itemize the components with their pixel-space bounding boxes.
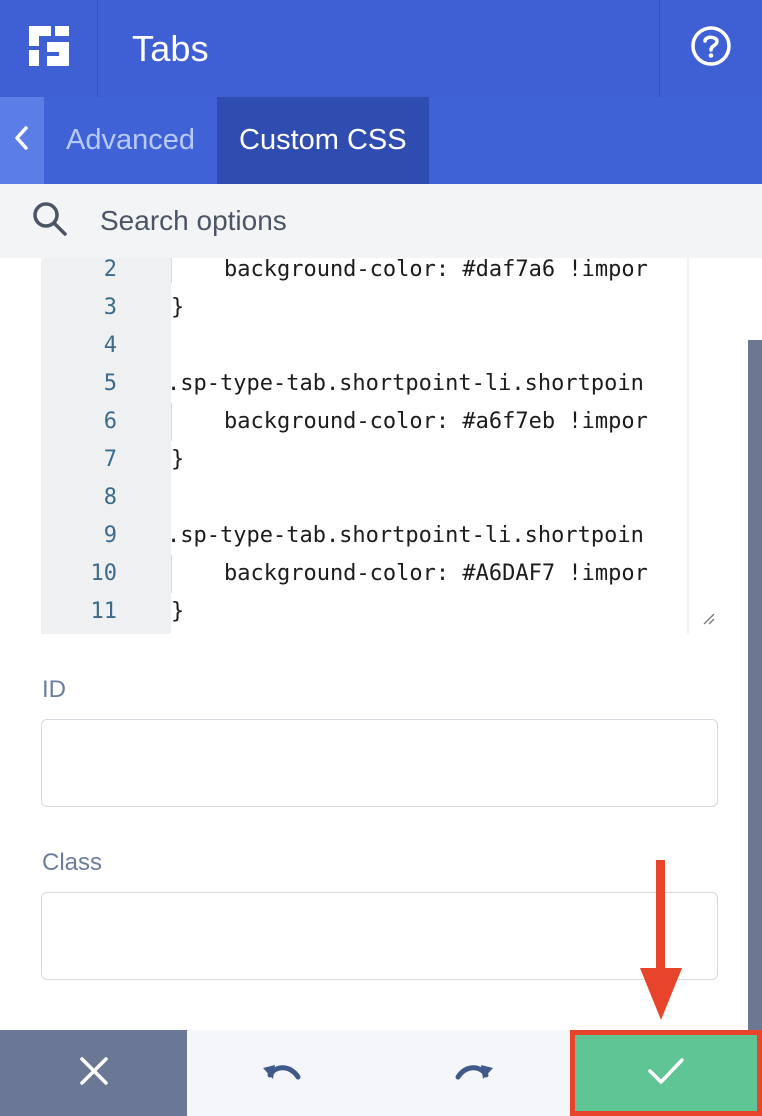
- css-code-editor[interactable]: 2 3 4 5 6 7 8 9 10 11 background-color: …: [41, 258, 719, 634]
- class-label: Class: [42, 849, 103, 876]
- redo-icon: [452, 1059, 496, 1088]
- code-line: }: [171, 447, 185, 472]
- line-number: 5: [103, 371, 117, 396]
- back-button[interactable]: [0, 97, 44, 184]
- chevron-left-icon: [13, 125, 31, 156]
- check-icon: [646, 1056, 686, 1091]
- code-line: .sp-type-tab.shortpoint-li.shortpoin: [171, 523, 644, 548]
- code-line: background-color: #a6f7eb !impor: [171, 409, 648, 434]
- scrollbar-thumb[interactable]: [748, 340, 762, 1030]
- line-number: 4: [103, 333, 117, 358]
- id-label: ID: [42, 676, 66, 703]
- tab-custom-css[interactable]: Custom CSS: [217, 97, 429, 184]
- redo-button[interactable]: [377, 1030, 570, 1116]
- save-button[interactable]: [570, 1030, 762, 1116]
- annotation-arrow: [638, 860, 684, 1030]
- code-line: .sp-type-tab.shortpoint-li.shortpoin: [171, 371, 644, 396]
- panel-title: Tabs: [132, 27, 209, 69]
- help-circle-icon: [690, 25, 732, 72]
- action-footer: [0, 1030, 762, 1116]
- class-field[interactable]: [41, 892, 718, 980]
- undo-button[interactable]: [187, 1030, 377, 1116]
- help-button[interactable]: [659, 0, 762, 97]
- close-icon: [79, 1056, 109, 1091]
- search-input[interactable]: [100, 205, 700, 237]
- tab-bar: Advanced Custom CSS: [0, 97, 762, 184]
- line-number: 9: [103, 523, 117, 548]
- code-line: background-color: #A6DAF7 !impor: [171, 561, 648, 586]
- code-line: }: [171, 295, 185, 320]
- code-line: }: [171, 599, 185, 624]
- undo-icon: [260, 1059, 304, 1088]
- line-number: 11: [90, 599, 118, 624]
- code-line: background-color: #daf7a6 !impor: [171, 258, 648, 282]
- line-number: 3: [103, 295, 117, 320]
- panel-header: Tabs: [0, 0, 762, 97]
- line-number: 7: [103, 447, 117, 472]
- code-text-area[interactable]: background-color: #daf7a6 !impor } .sp-t…: [171, 258, 687, 634]
- id-field[interactable]: [41, 719, 718, 807]
- search-icon: [30, 199, 70, 244]
- scrollbar-track: [748, 258, 762, 340]
- line-number: 2: [103, 258, 117, 282]
- line-number: 8: [103, 485, 117, 510]
- editor-panel: Tabs Advanced Custom CSS Search options …: [0, 0, 762, 1116]
- shortpoint-logo-icon: [27, 24, 71, 73]
- tab-advanced[interactable]: Advanced: [44, 97, 217, 184]
- search-bar: [0, 184, 762, 258]
- logo[interactable]: [0, 0, 98, 97]
- editor-edge: [687, 258, 689, 634]
- close-button[interactable]: [0, 1030, 187, 1116]
- line-number-gutter: 2 3 4 5 6 7 8 9 10 11: [41, 258, 171, 634]
- line-number: 10: [90, 561, 118, 586]
- resize-handle-icon[interactable]: [701, 611, 715, 630]
- line-number: 6: [103, 409, 117, 434]
